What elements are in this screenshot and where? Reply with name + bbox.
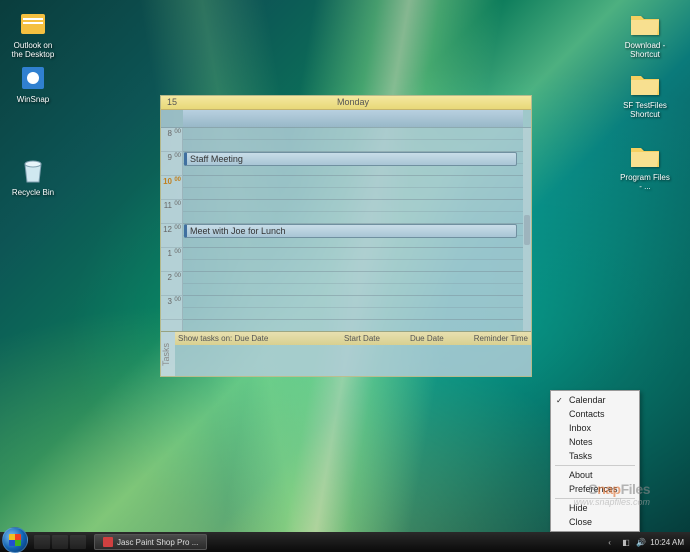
folder-icon xyxy=(629,68,661,100)
tray-app-icon[interactable]: ◧ xyxy=(622,537,632,547)
taskbar-app-label: Jasc Paint Shop Pro ... xyxy=(117,538,198,547)
calendar-day-name: Monday xyxy=(183,96,523,109)
taskbar: Jasc Paint Shop Pro ... ‹ ◧ 🔊 10:24 AM xyxy=(0,532,690,552)
tasks-col-reminder: Reminder Time xyxy=(474,334,528,343)
quick-launch-item[interactable] xyxy=(34,535,50,549)
tasks-col-start: Start Date xyxy=(344,334,380,343)
tasks-section: Tasks Show tasks on: Due Date Start Date… xyxy=(161,331,531,376)
taskbar-app-button[interactable]: Jasc Paint Shop Pro ... xyxy=(94,534,207,550)
watermark: SnapFiles www.snapfiles.com xyxy=(573,481,650,507)
calendar-date-number: 15 xyxy=(161,96,183,109)
program-files-icon[interactable]: Program Files - ... xyxy=(620,140,670,192)
watermark-logo: SnapFiles xyxy=(573,481,650,497)
app-icon xyxy=(17,62,49,94)
icon-label: Download - Shortcut xyxy=(620,42,670,60)
outlook-desktop-icon[interactable]: Outlook on the Desktop xyxy=(8,8,58,60)
menu-item-inbox[interactable]: Inbox xyxy=(551,421,639,435)
icon-label: Outlook on the Desktop xyxy=(8,42,58,60)
calendar-appointment[interactable]: Staff Meeting xyxy=(184,152,517,166)
watermark-url: www.snapfiles.com xyxy=(573,497,650,507)
app-icon xyxy=(17,8,49,40)
download-shortcut-icon[interactable]: Download - Shortcut xyxy=(620,8,670,60)
bin-icon xyxy=(17,155,49,187)
calendar-event-column[interactable]: Staff Meeting Meet with Joe for Lunch xyxy=(183,128,523,331)
sf-testfiles-icon[interactable]: SF TestFiles Shortcut xyxy=(620,68,670,120)
menu-item-contacts[interactable]: Contacts xyxy=(551,407,639,421)
menu-item-notes[interactable]: Notes xyxy=(551,435,639,449)
taskbar-clock[interactable]: 10:24 AM xyxy=(650,538,684,547)
tasks-col-due: Due Date xyxy=(410,334,444,343)
tasks-header[interactable]: Show tasks on: Due Date Start Date Due D… xyxy=(175,332,531,345)
menu-item-close[interactable]: Close xyxy=(551,515,639,529)
volume-icon[interactable]: 🔊 xyxy=(636,537,646,547)
tray-context-menu: CalendarContactsInboxNotesTasksAboutPref… xyxy=(550,390,640,532)
outlook-calendar-widget[interactable]: 15 Monday 800900100011001200100200300 St… xyxy=(160,95,532,377)
calendar-allday-row[interactable] xyxy=(161,110,531,128)
quick-launch-item[interactable] xyxy=(70,535,86,549)
icon-label: Program Files - ... xyxy=(620,174,670,192)
menu-separator xyxy=(555,465,635,466)
winsnap-icon[interactable]: WinSnap xyxy=(8,62,58,105)
quick-launch xyxy=(34,535,86,549)
app-icon xyxy=(103,537,113,547)
quick-launch-item[interactable] xyxy=(52,535,68,549)
tray-expand-icon[interactable]: ‹ xyxy=(608,537,618,547)
start-button[interactable] xyxy=(2,527,28,553)
icon-label: SF TestFiles Shortcut xyxy=(620,102,670,120)
tasks-label: Tasks xyxy=(161,332,175,376)
calendar-time-column: 800900100011001200100200300 xyxy=(161,128,183,331)
menu-item-about[interactable]: About xyxy=(551,468,639,482)
folder-icon xyxy=(629,8,661,40)
menu-item-tasks[interactable]: Tasks xyxy=(551,449,639,463)
calendar-header: 15 Monday xyxy=(161,96,531,110)
icon-label: WinSnap xyxy=(8,96,58,105)
menu-item-calendar[interactable]: Calendar xyxy=(551,393,639,407)
system-tray: ‹ ◧ 🔊 10:24 AM xyxy=(608,537,690,547)
recycle-bin-icon[interactable]: Recycle Bin xyxy=(8,155,58,198)
icon-label: Recycle Bin xyxy=(8,189,58,198)
scrollbar-thumb[interactable] xyxy=(524,215,530,245)
calendar-scrollbar[interactable] xyxy=(523,128,531,331)
folder-icon xyxy=(629,140,661,172)
calendar-appointment[interactable]: Meet with Joe for Lunch xyxy=(184,224,517,238)
tasks-show-label: Show tasks on: Due Date xyxy=(178,334,314,343)
